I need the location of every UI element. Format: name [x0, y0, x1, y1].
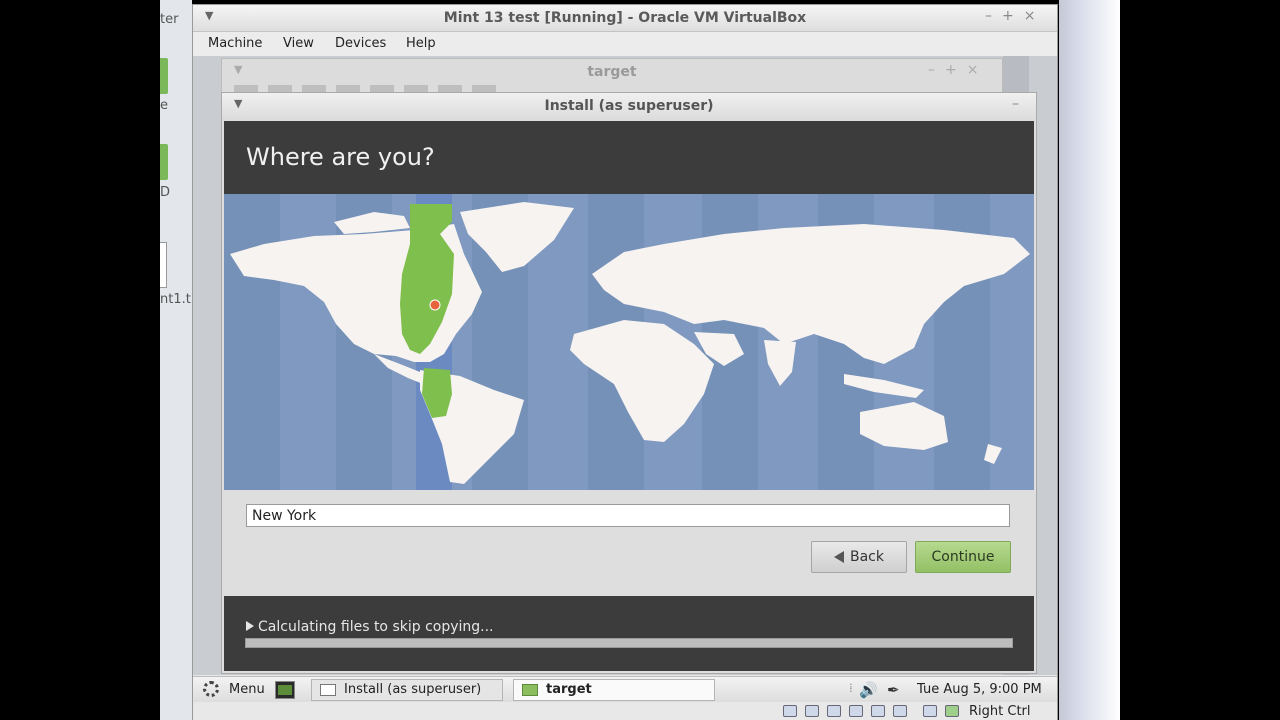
- window-controls[interactable]: –+×: [928, 62, 988, 78]
- installer-window: ▼ Install (as superuser) – Where are you…: [221, 92, 1037, 674]
- window-title: Mint 13 test [Running] - Oracle VM Virtu…: [443, 10, 807, 26]
- desktop-label: nt1.t: [160, 292, 191, 307]
- world-map-icon: [224, 194, 1030, 490]
- network-icon[interactable]: ✒: [887, 681, 900, 699]
- folder-icon: [522, 684, 538, 696]
- virtualbox-menubar: Machine View Devices Help: [193, 32, 1057, 56]
- display-icon[interactable]: [893, 705, 907, 717]
- back-button[interactable]: Back: [811, 541, 907, 573]
- installer-footer: Calculating files to skip copying...: [224, 596, 1034, 671]
- mouse-integration-icon[interactable]: [923, 705, 937, 717]
- virtualbox-titlebar[interactable]: ▼ Mint 13 test [Running] - Oracle VM Vir…: [193, 5, 1057, 32]
- hard-disk-icon[interactable]: [783, 705, 797, 717]
- continue-button[interactable]: Continue: [915, 541, 1011, 573]
- installer-header: Where are you?: [224, 121, 1034, 194]
- shared-folders-icon[interactable]: [871, 705, 885, 717]
- task-label: Install (as superuser): [344, 682, 482, 697]
- menu-help[interactable]: Help: [406, 36, 436, 51]
- guest-panel: Menu Install (as superuser) target ⁞ 🔊 ✒…: [193, 676, 1057, 703]
- page-title: Where are you?: [246, 143, 435, 171]
- task-target[interactable]: target: [513, 679, 715, 701]
- window-controls[interactable]: –+×: [985, 8, 1045, 24]
- desktop-label: D: [160, 185, 171, 200]
- optical-drive-icon[interactable]: [805, 705, 819, 717]
- city-input[interactable]: New York: [246, 504, 1010, 527]
- menu-gear-icon[interactable]: [203, 681, 219, 697]
- virtualbox-window: ▼ Mint 13 test [Running] - Oracle VM Vir…: [192, 4, 1058, 720]
- virtualbox-statusbar: Right Ctrl: [193, 702, 1057, 720]
- installer-titlebar[interactable]: ▼ Install (as superuser) –: [222, 93, 1036, 120]
- timezone-map[interactable]: [224, 194, 1034, 490]
- volume-icon[interactable]: 🔊: [859, 681, 878, 699]
- task-label: target: [546, 682, 592, 697]
- progress-expander[interactable]: Calculating files to skip copying...: [246, 619, 494, 635]
- desktop-folder-icon[interactable]: [160, 144, 168, 180]
- menu-view[interactable]: View: [283, 36, 314, 51]
- desktop-right-strip: [1059, 0, 1120, 720]
- menu-machine[interactable]: Machine: [208, 36, 262, 51]
- progress-bar: [245, 638, 1013, 648]
- host-key-label: Right Ctrl: [969, 704, 1031, 719]
- status-text: Calculating files to skip copying...: [258, 619, 494, 635]
- desktop-label: e: [160, 98, 168, 113]
- terminal-icon[interactable]: [275, 681, 295, 699]
- desktop-left-strip: ter e D nt1.t: [160, 0, 192, 720]
- triangle-right-icon: [246, 621, 254, 631]
- arrow-left-icon: [834, 551, 844, 563]
- desktop-folder-icon[interactable]: [160, 58, 168, 94]
- usb-icon[interactable]: [827, 705, 841, 717]
- menu-devices[interactable]: Devices: [335, 36, 386, 51]
- guest-screen: ▼ target –+× ▼ Install (as superuser) – …: [193, 56, 1057, 675]
- desktop-label: ter: [160, 12, 179, 27]
- network-adapter-icon[interactable]: [849, 705, 863, 717]
- desktop-file-icon[interactable]: [160, 242, 167, 288]
- window-icon: [320, 684, 336, 696]
- target-window-title: target: [587, 64, 637, 80]
- task-installer[interactable]: Install (as superuser): [311, 679, 503, 701]
- minimize-button[interactable]: –: [1012, 96, 1029, 112]
- clock[interactable]: Tue Aug 5, 9:00 PM: [917, 682, 1042, 697]
- tray-separator: ⁞: [849, 681, 853, 695]
- back-label: Back: [850, 549, 884, 565]
- installer-title: Install (as superuser): [544, 98, 714, 114]
- host-key-icon: [945, 705, 959, 717]
- menu-button[interactable]: Menu: [229, 682, 265, 697]
